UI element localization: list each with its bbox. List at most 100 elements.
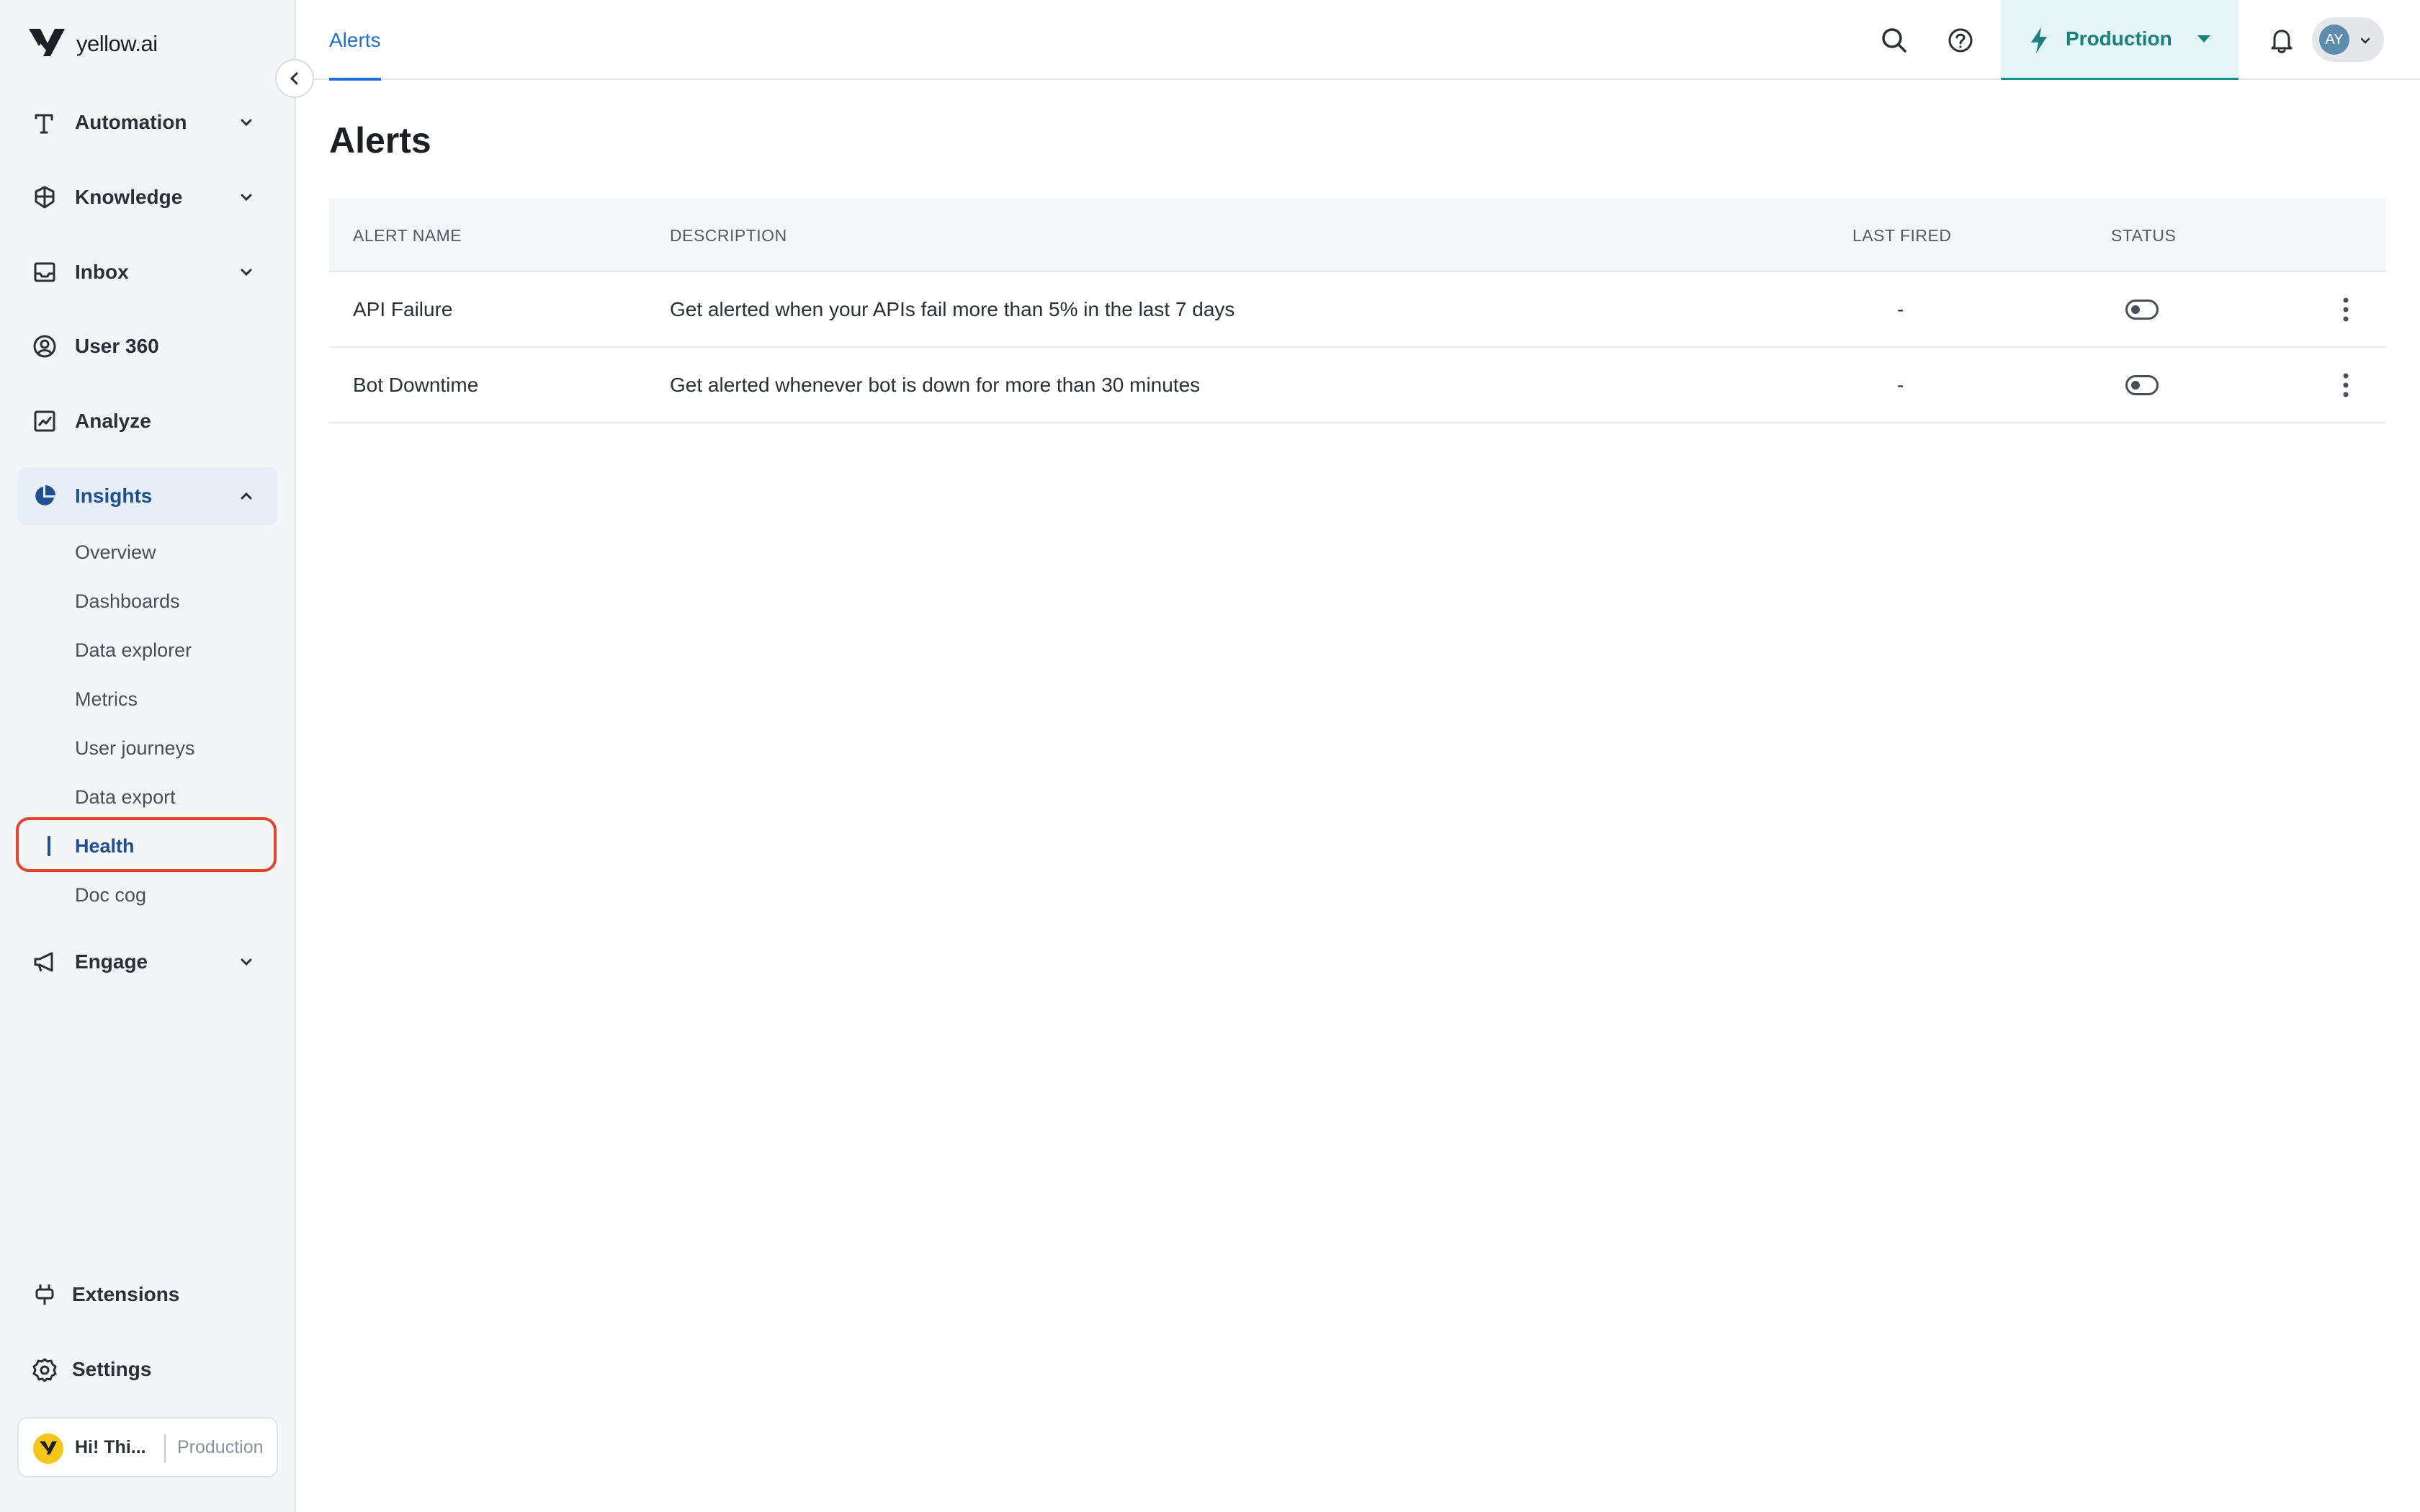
- sidebar-subitem-metrics[interactable]: Metrics: [17, 675, 277, 724]
- alert-name: API Failure: [353, 298, 453, 320]
- sidebar-item-inbox[interactable]: Inbox: [17, 243, 278, 301]
- sidebar-item-analyze[interactable]: Analyze: [17, 392, 278, 450]
- alert-last-fired: -: [1897, 298, 1904, 320]
- sidebar-item-label: Engage: [75, 950, 148, 973]
- table-header: ALERT NAME DESCRIPTION LAST FIRED STATUS: [329, 199, 2386, 272]
- sidebar-item-label: Insights: [75, 485, 153, 507]
- sidebar-subitem-doc-cog[interactable]: Doc cog: [17, 870, 277, 919]
- avatar: AY: [2319, 24, 2349, 55]
- sidebar-item-label: Analyze: [75, 410, 151, 432]
- sidebar-item-engage[interactable]: Engage: [17, 933, 278, 991]
- toggle-knob: [2131, 305, 2140, 314]
- bot-avatar: [33, 1434, 63, 1464]
- help-icon: [1948, 28, 1973, 53]
- sidebar-subitem-label: User journeys: [75, 737, 195, 759]
- sidebar-subitem-label: Metrics: [75, 688, 138, 710]
- more-vertical-icon: [2343, 373, 2349, 397]
- alert-description: Get alerted when your APIs fail more tha…: [670, 298, 1235, 320]
- table-row[interactable]: Bot Downtime Get alerted whenever bot is…: [329, 348, 2386, 423]
- sidebar-item-label: Inbox: [75, 261, 129, 283]
- chevron-up-icon: [241, 492, 252, 500]
- sidebar-item-user-360[interactable]: User 360: [17, 318, 278, 375]
- analytics-icon: [34, 410, 55, 432]
- alert-last-fired: -: [1897, 374, 1904, 396]
- search-button[interactable]: [1874, 20, 1914, 60]
- row-actions-button[interactable]: [2331, 369, 2360, 401]
- bot-switcher[interactable]: Hi! Thi... Production: [17, 1417, 278, 1477]
- bell-icon: [2271, 30, 2293, 53]
- pie-chart-icon: [35, 485, 55, 505]
- sidebar-subitem-label: Dashboards: [75, 590, 180, 612]
- status-toggle[interactable]: [2125, 300, 2159, 320]
- sidebar-subitem-label: Health: [75, 834, 135, 857]
- sidebar-item-insights[interactable]: Insights: [17, 467, 278, 525]
- status-toggle[interactable]: [2125, 375, 2159, 395]
- yellow-logo-icon: [40, 1441, 57, 1455]
- chevron-down-icon: [241, 119, 252, 127]
- lightning-icon: [2031, 27, 2047, 53]
- caret-down-icon: [2197, 35, 2210, 42]
- plug-icon: [35, 1284, 54, 1305]
- more-vertical-icon: [2343, 297, 2349, 322]
- notifications-button[interactable]: [2262, 20, 2302, 60]
- gear-icon: [32, 1358, 57, 1382]
- column-header-description: DESCRIPTION: [670, 226, 787, 245]
- chevron-down-icon: [241, 269, 252, 276]
- sidebar-subitem-dashboards[interactable]: Dashboards: [17, 577, 277, 626]
- search-icon: [1882, 28, 1906, 53]
- active-indicator: [48, 836, 50, 856]
- sidebar-subitem-user-journeys[interactable]: User journeys: [17, 724, 277, 773]
- page-title: Alerts: [329, 120, 431, 161]
- table-row[interactable]: API Failure Get alerted when your APIs f…: [329, 272, 2386, 348]
- sidebar-subitem-health[interactable]: Health: [17, 822, 277, 870]
- collapse-sidebar-button[interactable]: [275, 59, 314, 98]
- bot-environment: Production: [177, 1436, 264, 1457]
- chevron-down-icon: [2360, 37, 2370, 44]
- sidebar-item-extensions[interactable]: Extensions: [17, 1266, 278, 1323]
- column-header-status: STATUS: [2111, 226, 2177, 245]
- app-root: yellow.ai Automation Knowledge Inbox Use…: [0, 0, 2420, 1512]
- sidebar-item-automation[interactable]: Automation: [17, 94, 278, 151]
- brand-logo[interactable]: yellow.ai: [27, 26, 158, 62]
- sidebar-subitem-data-export[interactable]: Data export: [17, 773, 277, 822]
- chevron-down-icon: [241, 958, 252, 966]
- help-button[interactable]: [1940, 20, 1981, 60]
- sidebar-item-label: Extensions: [72, 1283, 180, 1305]
- sidebar-item-label: Knowledge: [75, 186, 183, 208]
- environment-label: Production: [2066, 27, 2172, 50]
- sidebar-item-label: User 360: [75, 335, 159, 357]
- alert-name: Bot Downtime: [353, 374, 479, 396]
- column-header-last-fired: LAST FIRED: [1852, 226, 1952, 245]
- yellow-logo-icon: [29, 29, 65, 56]
- user-circle-icon: [33, 335, 56, 358]
- inbox-icon: [34, 262, 55, 282]
- sidebar-item-settings[interactable]: Settings: [17, 1341, 278, 1398]
- sidebar-subitem-label: Doc cog: [75, 883, 147, 906]
- bot-name: Hi! Thi...: [75, 1436, 146, 1457]
- brain-icon: [35, 186, 55, 209]
- sidebar-subitem-label: Data explorer: [75, 639, 192, 661]
- sidebar-item-knowledge[interactable]: Knowledge: [17, 168, 278, 226]
- top-bar: Alerts Production AY: [297, 0, 2420, 81]
- sidebar-subitem-label: Data export: [75, 786, 176, 808]
- chevron-down-icon: [241, 194, 252, 202]
- brand-name: yellow.ai: [76, 31, 158, 56]
- row-actions-button[interactable]: [2331, 294, 2360, 325]
- automation-icon: [35, 114, 53, 134]
- sidebar: yellow.ai Automation Knowledge Inbox Use…: [0, 0, 296, 1512]
- environment-selector[interactable]: Production: [2001, 0, 2238, 80]
- megaphone-icon: [34, 952, 53, 972]
- alert-description: Get alerted whenever bot is down for mor…: [670, 374, 1201, 396]
- sidebar-subitem-label: Overview: [75, 541, 156, 563]
- profile-menu[interactable]: AY: [2312, 17, 2384, 62]
- divider: [164, 1434, 166, 1463]
- toggle-knob: [2131, 381, 2140, 390]
- tab-label: Alerts: [329, 28, 381, 51]
- alerts-table: ALERT NAME DESCRIPTION LAST FIRED STATUS…: [329, 199, 2386, 423]
- sidebar-subitem-overview[interactable]: Overview: [17, 528, 277, 577]
- tab-alerts[interactable]: Alerts: [329, 0, 381, 81]
- tab-active-underline: [329, 78, 381, 81]
- column-header-alert-name: ALERT NAME: [353, 226, 462, 245]
- sidebar-subitem-data-explorer[interactable]: Data explorer: [17, 626, 277, 675]
- sidebar-item-label: Automation: [75, 111, 187, 133]
